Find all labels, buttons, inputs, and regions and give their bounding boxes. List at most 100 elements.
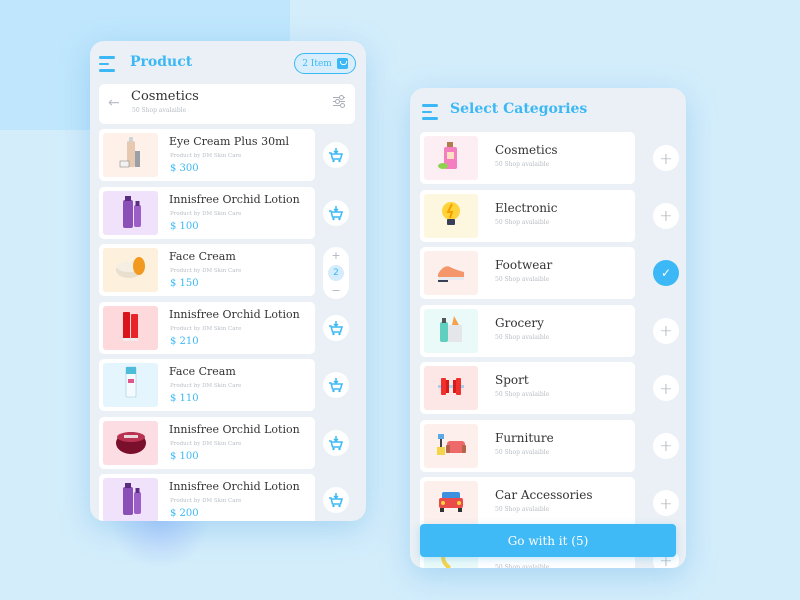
product-card[interactable]: Eye Cream Plus 30ml Product by DM Skin C… xyxy=(99,129,315,181)
product-price: $ 150 xyxy=(170,278,199,289)
category-name: Footwear xyxy=(495,258,553,272)
page-title: Product xyxy=(130,54,193,70)
category-header-bar: ← Cosmetics 50 Shop avalaible xyxy=(99,84,355,124)
add-to-cart-icon xyxy=(329,378,344,393)
product-card[interactable]: Face Cream Product by DM Skin Care $ 150 xyxy=(99,244,315,296)
category-name: Sport xyxy=(495,373,529,387)
product-card[interactable]: Innisfree Orchid Lotion Product by DM Sk… xyxy=(99,186,315,239)
product-price: $ 210 xyxy=(170,335,199,347)
category-subtitle: 50 Shop avalaible xyxy=(132,107,187,114)
product-image xyxy=(103,190,158,235)
cart-badge[interactable]: 2 Item xyxy=(294,53,356,74)
car-icon xyxy=(434,484,468,522)
menu-icon[interactable] xyxy=(99,56,115,72)
product-image xyxy=(103,478,158,521)
plus-icon: + xyxy=(659,493,673,513)
category-card[interactable]: Electronic 50 Shop avalaible xyxy=(420,189,635,242)
add-category-button[interactable]: + xyxy=(653,145,679,171)
category-shop-count: 50 Shop avalaible xyxy=(495,218,550,226)
product-price: $ 200 xyxy=(170,508,199,519)
add-to-cart-button[interactable] xyxy=(323,487,349,513)
category-name: Cosmetics xyxy=(495,143,558,157)
category-image xyxy=(424,366,478,410)
add-to-cart-button[interactable] xyxy=(323,314,349,341)
add-category-button[interactable]: + xyxy=(653,375,679,401)
add-to-cart-icon xyxy=(329,148,344,163)
product-price: $ 100 xyxy=(170,220,199,232)
product-image xyxy=(103,133,158,177)
product-list: Eye Cream Plus 30ml Product by DM Skin C… xyxy=(99,129,359,521)
page-title: Select Categories xyxy=(450,101,588,117)
back-arrow-icon[interactable]: ← xyxy=(108,95,120,111)
product-row: Eye Cream Plus 30ml Product by DM Skin C… xyxy=(99,129,359,187)
add-to-cart-icon xyxy=(329,493,344,508)
category-row: Sport 50 Shop avalaible + xyxy=(420,362,680,420)
category-card[interactable]: Footwear 50 Shop avalaible xyxy=(420,247,635,299)
categories-panel: Select Categories Cosmetics 50 Shop aval… xyxy=(410,88,686,568)
add-to-cart-button[interactable] xyxy=(323,199,349,226)
add-to-cart-icon xyxy=(329,435,344,450)
product-card[interactable]: Innisfree Orchid Lotion Product by DM Sk… xyxy=(99,416,315,469)
category-shop-count: 50 Shop avalaible xyxy=(495,276,550,283)
menu-icon[interactable] xyxy=(422,104,438,120)
plus-icon: + xyxy=(659,378,673,398)
product-name: Innisfree Orchid Lotion xyxy=(169,480,300,493)
category-title: Cosmetics xyxy=(131,89,199,104)
category-shop-count: 50 Shop avalaible xyxy=(495,333,550,341)
product-card[interactable]: Innisfree Orchid Lotion Product by DM Sk… xyxy=(99,474,315,521)
serum-bottle-icon xyxy=(111,133,151,177)
category-card[interactable]: Sport 50 Shop avalaible xyxy=(420,362,635,414)
product-price: $ 300 xyxy=(170,163,199,174)
product-row: Innisfree Orchid Lotion Product by DM Sk… xyxy=(99,301,359,360)
filter-icon[interactable] xyxy=(333,95,345,110)
product-image xyxy=(103,305,158,350)
add-category-button[interactable]: + xyxy=(653,317,679,344)
category-card[interactable]: Furniture 50 Shop avalaible xyxy=(420,419,635,472)
sneaker-icon xyxy=(434,254,468,292)
category-card[interactable]: Grocery 50 Shop avalaible xyxy=(420,304,635,357)
product-image xyxy=(103,248,158,292)
minus-button[interactable]: − xyxy=(331,284,340,297)
product-panel: Product 2 Item ← Cosmetics 50 Shop avala… xyxy=(90,41,366,521)
product-card[interactable]: Innisfree Orchid Lotion Product by DM Sk… xyxy=(99,301,315,354)
category-card[interactable]: Car Accessories 50 Shop avalaible xyxy=(420,477,635,529)
lotion-bottle-icon xyxy=(111,191,151,235)
category-image xyxy=(424,308,478,353)
product-brand: Product by DM Skin Care xyxy=(170,153,242,159)
category-card[interactable]: Cosmetics 50 Shop avalaible xyxy=(420,132,635,184)
add-to-cart-button[interactable] xyxy=(323,372,349,398)
add-to-cart-icon xyxy=(329,205,344,220)
product-name: Innisfree Orchid Lotion xyxy=(169,307,300,321)
cart-count: 2 Item xyxy=(302,58,332,69)
add-to-cart-button[interactable] xyxy=(323,429,349,456)
category-row: Grocery 50 Shop avalaible + xyxy=(420,304,680,363)
plus-button[interactable]: + xyxy=(331,249,340,262)
category-image xyxy=(424,481,478,525)
add-category-button[interactable]: + xyxy=(653,432,679,459)
plus-icon: + xyxy=(659,436,673,455)
product-price: $ 110 xyxy=(170,393,199,404)
category-image xyxy=(424,193,478,238)
category-image xyxy=(424,423,478,468)
add-to-cart-button[interactable] xyxy=(323,142,349,168)
category-name: Grocery xyxy=(495,315,544,330)
category-image xyxy=(424,251,478,295)
product-name: Face Cream xyxy=(169,250,236,263)
product-brand: Product by DM Skin Care xyxy=(170,440,242,447)
cream-jar-icon xyxy=(111,421,151,465)
product-name: Innisfree Orchid Lotion xyxy=(169,422,300,436)
selected-check-button[interactable]: ✓ xyxy=(653,260,679,286)
add-category-button[interactable]: + xyxy=(653,490,679,516)
product-price: $ 100 xyxy=(170,450,199,462)
category-image xyxy=(424,136,478,180)
product-brand: Product by DM Skin Care xyxy=(170,210,242,217)
cream-jar-icon xyxy=(111,248,151,292)
add-category-button[interactable]: + xyxy=(653,202,679,229)
add-to-cart-icon xyxy=(329,320,344,335)
category-list: Cosmetics 50 Shop avalaible + Electronic… xyxy=(420,132,680,568)
product-card[interactable]: Face Cream Product by DM Skin Care $ 110 xyxy=(99,359,315,411)
go-with-it-button[interactable]: Go with it (5) xyxy=(420,524,676,557)
category-name: Furniture xyxy=(495,430,554,445)
quantity-stepper: + 2 − xyxy=(323,247,349,299)
product-name: Eye Cream Plus 30ml xyxy=(169,135,290,148)
